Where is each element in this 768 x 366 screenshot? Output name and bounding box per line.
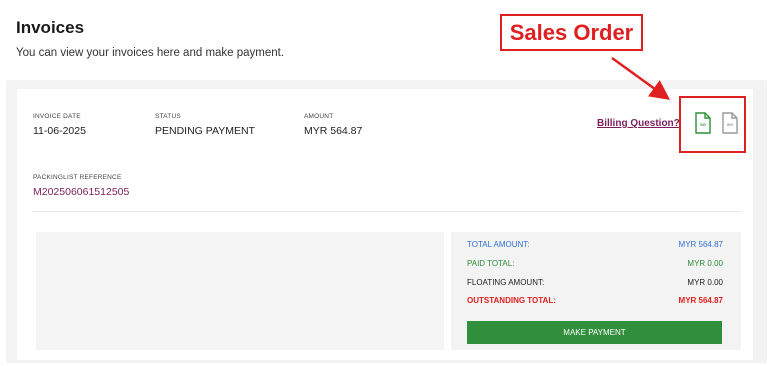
billing-question-link[interactable]: Billing Question? xyxy=(597,118,680,129)
amount-label: AMOUNT xyxy=(304,113,334,120)
page-subtitle: You can view your invoices here and make… xyxy=(16,47,285,59)
outstanding-total-label: OUTSTANDING TOTAL: xyxy=(467,296,556,305)
status-value: PENDING PAYMENT xyxy=(155,125,255,137)
total-amount-value: MYR 564.87 xyxy=(678,240,723,249)
paid-total-value: MYR 0.00 xyxy=(687,259,723,268)
total-amount-label: TOTAL AMOUNT: xyxy=(467,240,530,249)
invoice-date-value: 11-06-2025 xyxy=(33,125,86,137)
amount-value: MYR 564.87 xyxy=(304,125,363,137)
card-divider xyxy=(33,211,742,212)
make-payment-button[interactable]: MAKE PAYMENT xyxy=(467,321,722,344)
packinglist-reference: M202506061512505 xyxy=(33,186,130,198)
status-label: STATUS xyxy=(155,113,181,120)
page-title: Invoices xyxy=(16,18,85,37)
packinglist-label: PACKINGLIST REFERENCE xyxy=(33,174,122,181)
annotation-label: Sales Order xyxy=(500,14,643,51)
invoice-detail-area xyxy=(36,232,444,350)
paid-total-label: PAID TOTAL: xyxy=(467,259,515,268)
annotation-highlight-box xyxy=(679,96,746,153)
floating-amount-value: MYR 0.00 xyxy=(687,278,723,287)
invoice-date-label: INVOICE DATE xyxy=(33,113,81,120)
outstanding-total-value: MYR 564.87 xyxy=(678,296,723,305)
floating-amount-label: FLOATING AMOUNT: xyxy=(467,278,545,287)
